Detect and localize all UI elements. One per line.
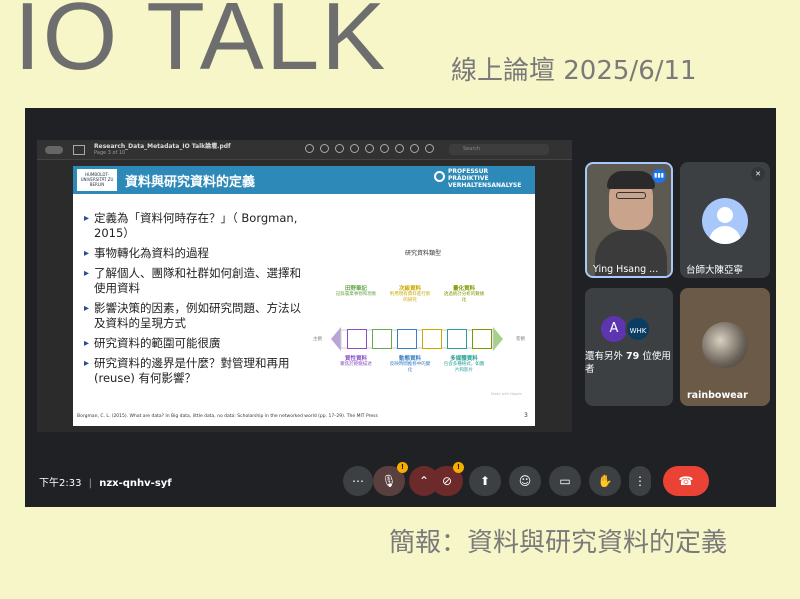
captions-button[interactable]: ▭ (549, 466, 581, 496)
other-participants-tile[interactable]: A WHK 還有另外 79 位使用者 (585, 288, 673, 406)
research-data-types-diagram: 研究資料類型 主觀 客觀 田野筆記 記錄農業事物和現象 次級資料 利用現有資料進行新… (313, 248, 535, 418)
diagram-title: 研究資料類型 (405, 250, 442, 257)
university-logo: HUMBOLDT-UNIVERSITÄT ZU BERLIN (77, 169, 117, 191)
form-icon[interactable] (425, 144, 434, 153)
notes-icon (372, 329, 392, 349)
avatar (702, 322, 748, 368)
participant-name: 台師大陳亞寧 (686, 265, 744, 276)
window-controls-icon[interactable] (45, 146, 63, 154)
participant-tile[interactable]: ✕ 台師大陳亞寧 (680, 162, 770, 278)
bullet-item: 研究資料的邊界是什麼？對管理和再用 (reuse) 有何影響？ (84, 356, 305, 386)
pdf-toolbar: Research_Data_Metadata_IO Talk論壇.pdf Pag… (37, 140, 572, 160)
camera-warning-icon: ! (453, 462, 464, 473)
professur-logo: PROFESSUR PRÄDIKTIVE VERHALTENSANALYSE (434, 168, 522, 189)
more-audio-options-button[interactable]: ⋯ (343, 466, 373, 496)
more-participants-text: 還有另外 79 位使用者 (585, 351, 671, 375)
diagram-bottom-item: 質性資料 聚焦於經驗描述 (340, 356, 372, 367)
share-icon[interactable] (350, 144, 359, 153)
sidebar-toggle-icon[interactable] (73, 145, 85, 155)
mic-off-icon: ✕ (751, 167, 765, 181)
bullet-item: 研究資料的範圍可能很廣 (84, 336, 305, 351)
info-icon[interactable] (305, 144, 314, 153)
presentation-view[interactable]: Research_Data_Metadata_IO Talk論壇.pdf Pag… (37, 140, 572, 432)
participant-tile-speaker[interactable]: ▮▮▮ Ying Hsang ... (585, 162, 673, 278)
annotate-icon[interactable] (395, 144, 404, 153)
meeting-code: nzx-qnhv-syf (99, 478, 172, 489)
diagram-top-item: 量化資料 透過統計分析的數據化 (443, 286, 485, 303)
highlight-icon[interactable] (410, 144, 419, 153)
avatar: WHK (625, 316, 651, 342)
slide-page: HUMBOLDT-UNIVERSITÄT ZU BERLIN 資料與研究資料的定… (73, 166, 535, 426)
slide-header-bar: HUMBOLDT-UNIVERSITÄT ZU BERLIN 資料與研究資料的定… (73, 166, 535, 194)
emoji-button[interactable]: ☺ (509, 466, 541, 496)
professur-ring-icon (434, 171, 445, 182)
professur-line-1: PROFESSUR (448, 168, 489, 175)
bullet-item: 影響決策的因素，例如研究問題、方法以及資料的呈現方式 (84, 301, 305, 331)
slide-bullet-list: 定義為「資料何時存在？」（ Borgman, 2015） 事物轉化為資料的過程 … (84, 211, 305, 391)
pdf-page-indicator: Page 3 of 10 (94, 150, 126, 156)
diagram-credit: Made with Napkin (491, 392, 523, 396)
participant-hair-shape (607, 171, 655, 189)
page-caption: 簡報：資料與研究資料的定義 (389, 528, 728, 558)
professur-line-2: PRÄDIKTIVE (448, 175, 489, 182)
markup-icon[interactable] (365, 144, 374, 153)
clock-time: 下午2:33 (39, 478, 82, 489)
participant-tile[interactable]: rainbowear (680, 288, 770, 406)
bullet-item: 了解個人、團隊和社群如何創造、選擇和使用資料 (84, 266, 305, 296)
slide-title: 資料與研究資料的定義 (125, 175, 256, 190)
zoom-out-icon[interactable] (320, 144, 329, 153)
cycle-icon (397, 329, 417, 349)
diagram-top-item: 田野筆記 記錄農業事物和現象 (335, 286, 377, 297)
database-icon (422, 329, 442, 349)
slide-reference: Borgman, C. L. (2015). What are data? In… (77, 414, 378, 419)
speaking-indicator-icon: ▮▮▮ (652, 169, 666, 183)
pdf-file-name: Research_Data_Metadata_IO Talk論壇.pdf (94, 143, 231, 150)
diagram-right-label: 客觀 (516, 337, 525, 342)
participant-name: Ying Hsang ... (593, 264, 659, 275)
zoom-in-icon[interactable] (335, 144, 344, 153)
end-call-button[interactable]: ☎ (663, 466, 709, 496)
bar-chart-icon (472, 329, 492, 349)
pdf-search-field[interactable]: Search (449, 144, 549, 155)
raise-hand-button[interactable]: ✋ (589, 466, 621, 496)
professur-line-3: VERHALTENSANALYSE (448, 182, 522, 189)
avatar-icon (702, 198, 748, 244)
diagram-left-label: 主觀 (313, 337, 322, 342)
diagram-top-item: 次級資料 利用現有資料進行新的研究 (389, 286, 431, 303)
diagram-bottom-item: 動態資料 反映時間推移中的變化 (389, 356, 431, 373)
more-options-button[interactable]: ⋮ (629, 466, 651, 496)
participant-name: rainbowear (687, 390, 748, 401)
mic-warning-icon: ! (397, 462, 408, 473)
diagram-bottom-item: 多媒體資料 包含多種格式，如圖片和影片 (443, 356, 485, 373)
search-doc-icon (347, 329, 367, 349)
glasses-shape (616, 192, 646, 199)
page-subtitle: 線上論壇 2025/6/11 (451, 56, 697, 86)
page-title: IO TALK (14, 0, 388, 90)
slide-page-number: 3 (524, 412, 528, 419)
pdf-tool-icons (305, 144, 434, 153)
bullet-item: 事物轉化為資料的過程 (84, 246, 305, 261)
info-separator: | (88, 478, 93, 489)
meet-window: Research_Data_Metadata_IO Talk論壇.pdf Pag… (25, 108, 776, 507)
present-screen-button[interactable]: ⬆ (469, 466, 501, 496)
bullet-item: 定義為「資料何時存在？」（ Borgman, 2015） (84, 211, 305, 241)
media-icon (447, 329, 467, 349)
rotate-icon[interactable] (380, 144, 389, 153)
avatar: A (601, 316, 627, 342)
meeting-info: 下午2:33 | nzx-qnhv-syf (39, 474, 172, 489)
diagram-arrow-row (331, 326, 503, 352)
